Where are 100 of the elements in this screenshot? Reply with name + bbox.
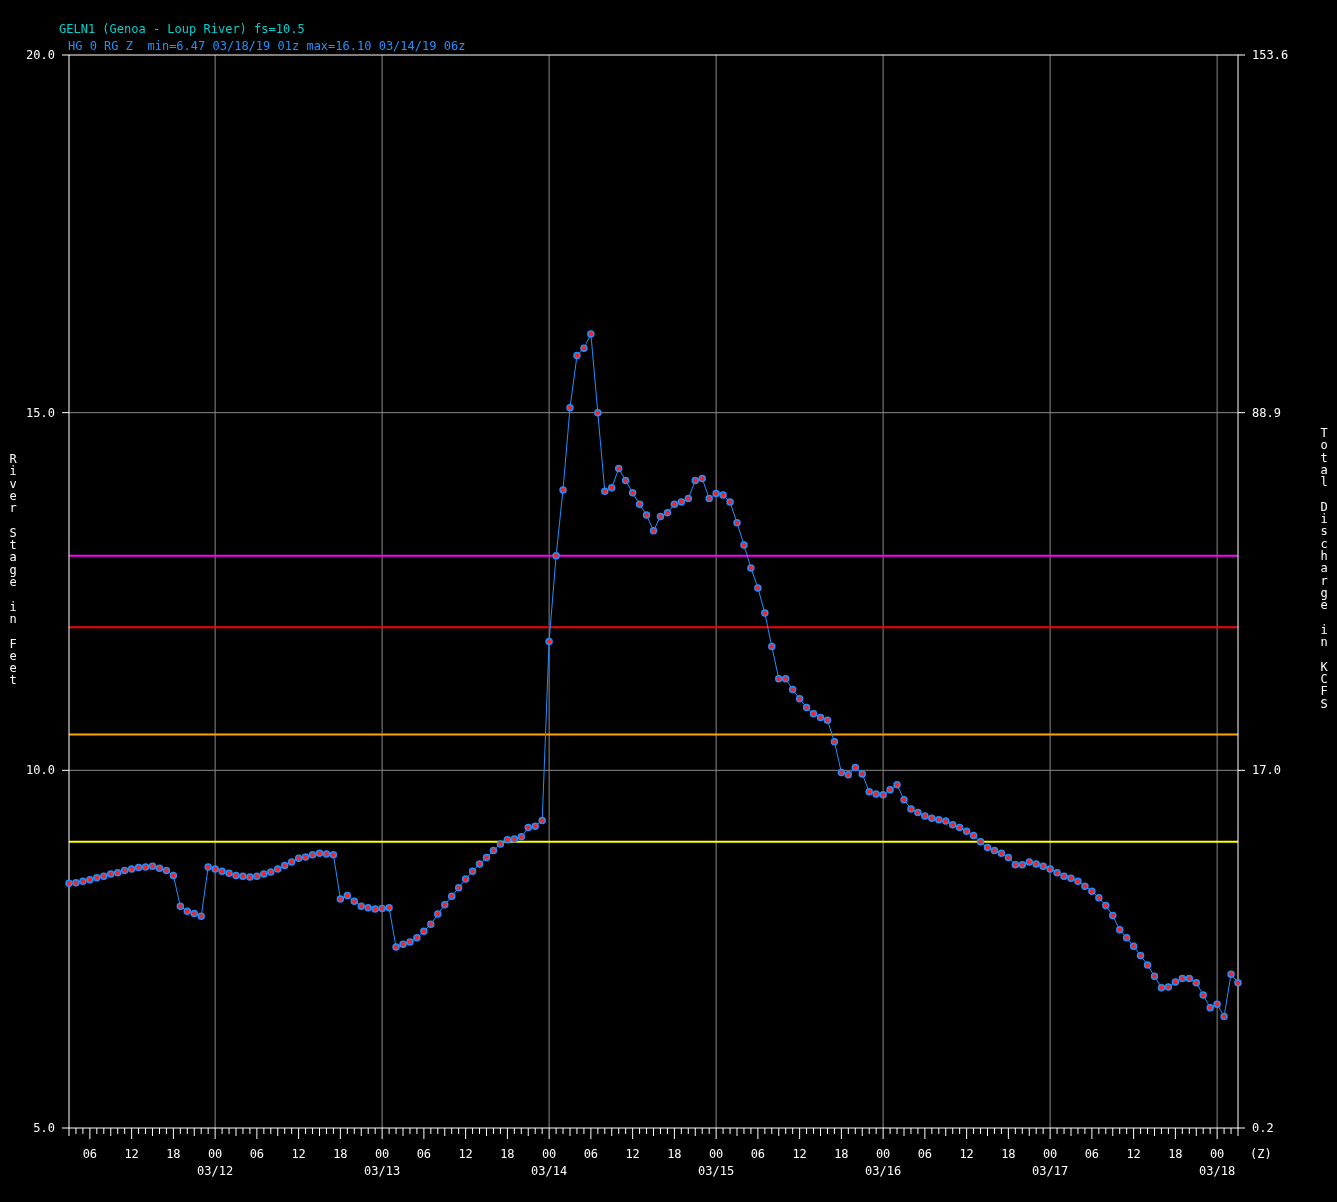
x-axis-label: 00	[207, 1147, 223, 1161]
y-axis-label: 88.9	[1252, 405, 1281, 420]
data-point	[983, 843, 992, 852]
y-axis-label: 17.0	[1252, 763, 1281, 778]
data-point	[559, 486, 567, 494]
data-point	[997, 849, 1006, 858]
x-axis-label: 06	[583, 1147, 599, 1161]
data-point	[1150, 972, 1159, 981]
data-point	[454, 883, 463, 892]
data-point	[552, 552, 560, 560]
y-axis-label: 153.6	[1252, 48, 1289, 62]
data-point	[816, 713, 825, 722]
y-axis-label: 20.0	[26, 48, 55, 62]
data-point	[315, 849, 324, 858]
date-label: 03/18	[1199, 1164, 1236, 1178]
date-label: 03/14	[531, 1164, 568, 1178]
data-point	[169, 871, 178, 880]
data-point	[1185, 974, 1194, 983]
date-label: 03/13	[364, 1164, 401, 1178]
data-point	[120, 866, 129, 875]
x-axis-label: 12	[959, 1147, 974, 1161]
data-point	[1220, 1012, 1228, 1021]
data-point	[635, 500, 644, 508]
data-point	[1199, 991, 1207, 999]
chart-title: GELN1 (Genoa - Loup River) fs=10.5	[59, 22, 305, 36]
data-point	[788, 685, 797, 694]
data-point	[747, 564, 755, 572]
x-axis-label: 00	[1209, 1147, 1225, 1161]
data-point	[1129, 942, 1138, 951]
x-axis-label: 00	[541, 1147, 557, 1161]
date-label: 03/17	[1032, 1164, 1069, 1178]
y-axis-title: River Stage in Feet	[9, 452, 17, 688]
x-axis-label: 18	[834, 1147, 849, 1161]
data-point	[761, 609, 769, 617]
x-axis-label: 00	[374, 1147, 390, 1161]
data-point	[754, 584, 762, 592]
data-point	[503, 835, 512, 844]
data-point	[844, 770, 853, 779]
x-axis-label: 12	[625, 1147, 640, 1161]
data-point	[628, 489, 637, 497]
data-point	[155, 864, 164, 873]
x-axis-label: 12	[291, 1147, 306, 1161]
x-axis-label: 06	[917, 1147, 933, 1161]
data-point	[649, 526, 658, 535]
date-label: 03/12	[197, 1164, 234, 1178]
data-point	[656, 512, 665, 521]
x-axis-label: 18	[1001, 1147, 1016, 1161]
y-axis-label: 5.0	[33, 1121, 55, 1135]
x-axis-label: 18	[1168, 1147, 1183, 1161]
data-point	[740, 541, 748, 549]
x-axis-label: 12	[1126, 1147, 1141, 1161]
data-point	[482, 853, 491, 862]
data-point	[162, 866, 171, 875]
data-point	[851, 763, 860, 772]
data-point	[614, 464, 623, 473]
date-label: 03/15	[698, 1164, 735, 1178]
x-axis-label: 06	[1084, 1147, 1100, 1161]
x-axis-label: 06	[750, 1147, 766, 1161]
data-point	[113, 868, 122, 877]
data-point	[545, 637, 553, 646]
chart-subtitle: HG 0 RG Z min=6.47 03/18/19 01z max=16.10 03/14/19 06z	[68, 39, 466, 53]
x-axis-label: 12	[124, 1147, 139, 1161]
data-point	[1178, 974, 1187, 983]
x-axis-label: 06	[416, 1147, 432, 1161]
data-point	[642, 511, 651, 519]
data-point	[990, 846, 999, 855]
data-point	[684, 494, 693, 503]
data-point	[343, 891, 352, 900]
data-point	[621, 476, 630, 485]
y-axis-label: 15.0	[26, 405, 55, 420]
data-point	[294, 854, 303, 863]
data-point	[134, 863, 143, 872]
data-point	[969, 831, 978, 840]
x-axis-label: 06	[82, 1147, 98, 1161]
y-axis-label: 10.0	[26, 763, 55, 778]
x-axis-label: 18	[333, 1147, 348, 1161]
data-point	[594, 408, 602, 417]
x-axis-label: 18	[500, 1147, 515, 1161]
x-axis-label: 00	[875, 1147, 891, 1161]
y-axis-label: 0.2	[1252, 1121, 1274, 1135]
data-point	[566, 403, 574, 412]
data-point	[802, 703, 811, 712]
data-point	[955, 823, 964, 832]
y-axis-title: Total Discharge in KCFS	[1320, 426, 1328, 711]
x-axis-label: 12	[792, 1147, 807, 1161]
data-point	[1122, 933, 1131, 942]
x-axis-label: 06	[249, 1147, 265, 1161]
data-point	[1004, 853, 1013, 862]
data-point	[948, 820, 957, 829]
x-axis-label: 00	[1042, 1147, 1058, 1161]
data-point	[1136, 951, 1145, 960]
data-point	[489, 846, 498, 855]
data-point	[587, 330, 595, 338]
x-axis-label: 00	[708, 1147, 724, 1161]
data-point	[837, 768, 846, 777]
time-zone-label: (Z)	[1250, 1147, 1272, 1161]
data-point	[733, 519, 741, 527]
data-point	[280, 861, 289, 870]
date-label: 03/16	[865, 1164, 902, 1178]
x-axis-label: 18	[166, 1147, 181, 1161]
